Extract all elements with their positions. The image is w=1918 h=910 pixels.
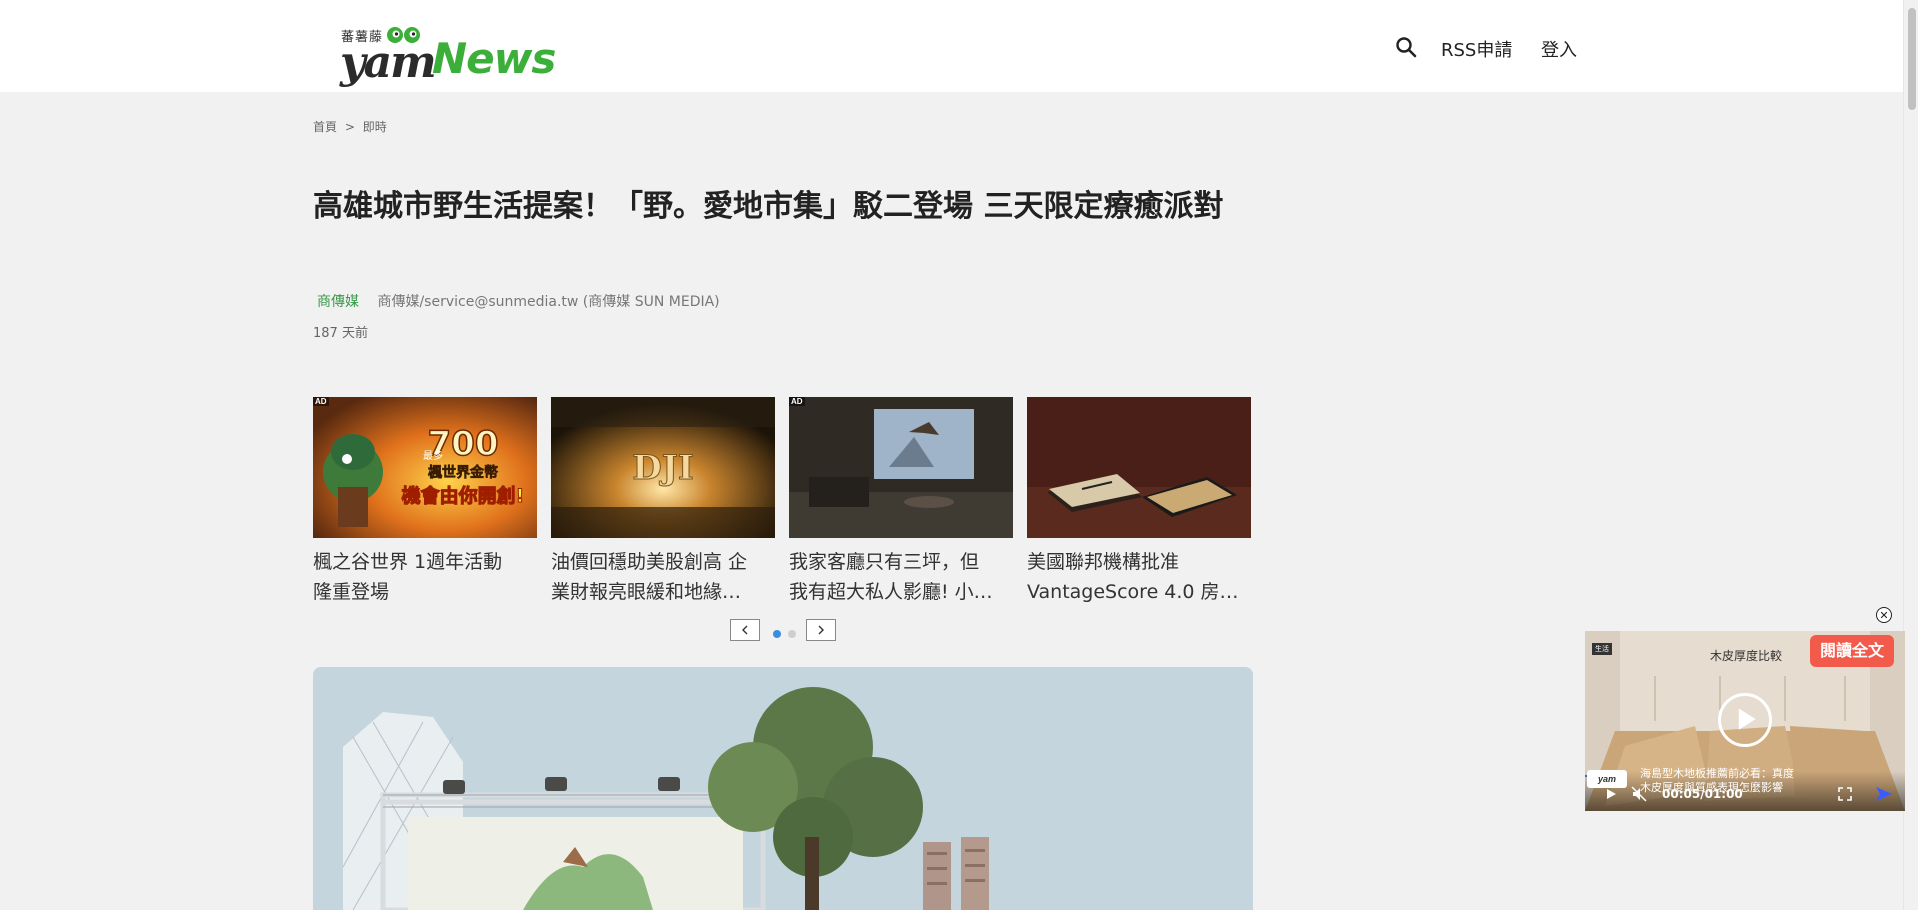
card-thumbnail — [1027, 397, 1251, 538]
carousel-card[interactable]: 700 最多 楓世界金幣 機會由你開創! AD 楓之谷世界 1週年活動 隆重登場 — [313, 397, 537, 607]
breadcrumb-home[interactable]: 首頁 — [313, 120, 337, 134]
video-brand-arrow-icon[interactable] — [1874, 785, 1894, 803]
card-overlay-line1: 楓世界金幣 — [428, 464, 498, 481]
breadcrumb-current[interactable]: 即時 — [363, 120, 387, 134]
carousel-next-button[interactable] — [806, 619, 836, 641]
card-title-line2: VantageScore 4.0 房… — [1027, 581, 1239, 603]
video-caption-line1: 海島型木地板推薦前必看：真度 — [1640, 767, 1794, 780]
card-title-line1: 楓之谷世界 1週年活動 — [313, 551, 503, 573]
article-time: 187 天前 — [313, 326, 368, 341]
logo-news-text: News — [432, 34, 556, 83]
card-thumbnail: AD — [789, 397, 1013, 538]
card-title: 美國聯邦機構批准 VantageScore 4.0 房… — [1027, 547, 1251, 607]
breadcrumb: 首頁 > 即時 — [313, 118, 391, 135]
card-title-line1: 我家客廳只有三坪，但 — [789, 551, 980, 573]
fullscreen-icon[interactable] — [1838, 787, 1852, 801]
read-full-article-button[interactable]: 閱讀全文 — [1810, 635, 1895, 667]
carousel-pagination — [773, 625, 799, 643]
video-category-badge: 生活 — [1592, 643, 1612, 655]
card-thumbnail: 700 最多 楓世界金幣 機會由你開創! AD — [313, 397, 537, 538]
related-carousel: 700 最多 楓世界金幣 機會由你開創! AD 楓之谷世界 1週年活動 隆重登場 — [313, 397, 1253, 607]
card-overlay-pre: 最多 — [423, 449, 443, 462]
card-title: 楓之谷世界 1週年活動 隆重登場 — [313, 547, 537, 607]
video-yam-logo: yam — [1587, 770, 1627, 788]
card-title-line2: 業財報亮眼緩和地緣… — [551, 581, 742, 603]
carousel-card[interactable]: DJI 油價回穩助美股創高 企 業財報亮眼緩和地緣… — [551, 397, 775, 607]
carousel-dot-active[interactable] — [773, 630, 781, 638]
card-title-line2: 隆重登場 — [313, 581, 390, 603]
article-meta: 商傳媒 商傳媒/service@sunmedia.tw (商傳媒 SUN MED… — [313, 291, 720, 311]
card-overlay-line2: 機會由你開創! — [402, 484, 525, 507]
card-title-line1: 美國聯邦機構批准 — [1027, 551, 1180, 573]
video-title: 木皮厚度比較 — [1710, 649, 1783, 663]
mute-icon[interactable] — [1631, 786, 1647, 802]
card-title: 油價回穩助美股創高 企 業財報亮眼緩和地緣… — [551, 547, 775, 607]
article-category[interactable]: 商傳媒 — [317, 294, 359, 310]
article-title: 高雄城市野生活提案！「野。愛地市集」駁二登場 三天限定療癒派對 — [313, 189, 1224, 224]
carousel-dot[interactable] — [788, 630, 797, 638]
search-icon[interactable] — [1394, 35, 1418, 59]
article-hero-image — [313, 667, 1253, 910]
card-title-line1: 油價回穩助美股創高 企 — [551, 551, 748, 573]
carousel-prev-button[interactable] — [730, 619, 760, 641]
breadcrumb-separator: > — [344, 120, 355, 134]
video-play-small-icon[interactable] — [1605, 788, 1617, 800]
yamnews-logo[interactable]: 蕃薯藤 yam News — [340, 22, 556, 88]
logo-yam-text: yam — [340, 37, 437, 88]
chevron-left-icon — [742, 625, 748, 635]
carousel-card[interactable]: AD 我家客廳只有三坪，但 我有超大私人影廳! 小… — [789, 397, 1013, 607]
video-close-icon[interactable]: ✕ — [1876, 607, 1892, 623]
card-overlay-dji: DJI — [632, 448, 693, 488]
article-author: 商傳媒/service@sunmedia.tw (商傳媒 SUN MEDIA) — [377, 294, 720, 310]
play-icon[interactable] — [1718, 693, 1772, 747]
rss-subscribe-link[interactable]: RSS申請 — [1441, 36, 1512, 62]
site-header: 蕃薯藤 yam News RSS申請 登入 — [0, 0, 1903, 92]
ad-badge: AD — [313, 397, 329, 406]
ad-badge: AD — [789, 397, 805, 406]
card-thumbnail: DJI — [551, 397, 775, 538]
page-scrollbar[interactable] — [1903, 0, 1918, 910]
carousel-card[interactable]: 美國聯邦機構批准 VantageScore 4.0 房… — [1027, 397, 1251, 607]
card-title: 我家客廳只有三坪，但 我有超大私人影廳! 小… — [789, 547, 1013, 607]
video-time: 00:05/01:00 — [1662, 787, 1743, 801]
chevron-right-icon — [818, 625, 824, 635]
scrollbar-thumb[interactable] — [1908, 8, 1916, 110]
login-link[interactable]: 登入 — [1541, 36, 1577, 62]
card-title-line2: 我有超大私人影廳! 小… — [789, 581, 993, 603]
